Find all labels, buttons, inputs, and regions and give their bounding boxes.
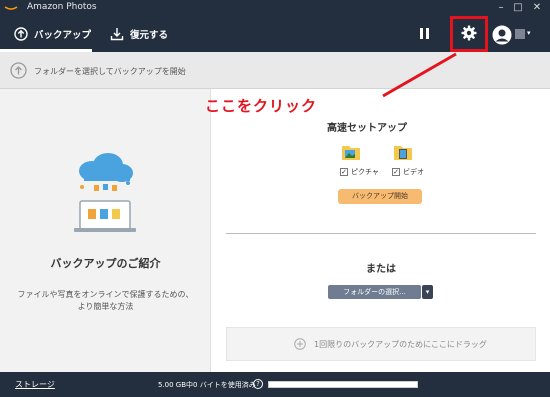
add-circle-icon <box>294 338 306 350</box>
instruction-text: フォルダーを選択してバックアップを開始 <box>34 67 186 76</box>
window-title: Amazon Photos <box>27 2 97 12</box>
maximize-button[interactable]: □ <box>511 1 525 15</box>
pictures-folder-icon <box>342 146 360 160</box>
settings-highlight-box <box>450 16 488 52</box>
setup-panel: 高速セットアップ ✓ ピクチャ ✓ ビデオ バックアップ開始 または フォルダー… <box>212 89 550 372</box>
cloud-backup-illustration-icon <box>74 153 136 232</box>
intro-description-line: より簡単な方法 <box>77 302 134 311</box>
chevron-down-icon[interactable]: ▾ <box>527 29 531 37</box>
intro-title: バックアップのご紹介 <box>50 257 161 270</box>
minimize-button[interactable]: – <box>494 1 508 15</box>
fast-setup-title: 高速セットアップ <box>327 123 407 134</box>
upload-circle-icon <box>14 27 28 41</box>
storage-usage-text: 5.00 GB中0 バイトを使用済み <box>158 381 256 389</box>
tab-backup[interactable]: バックアップ <box>14 16 91 52</box>
pause-button[interactable] <box>418 26 432 42</box>
select-folder-dropdown[interactable]: ▾ <box>422 285 433 299</box>
storage-link[interactable]: ストレージ <box>15 379 55 390</box>
tab-restore[interactable]: 復元する <box>110 16 168 52</box>
download-icon <box>110 28 124 41</box>
close-button[interactable]: ✕ <box>530 1 544 15</box>
drag-drop-zone[interactable]: 1回限りのバックアップのためにここにドラッグ <box>226 327 536 361</box>
drag-drop-text: 1回限りのバックアップのためにここにドラッグ <box>314 340 487 349</box>
videos-folder-option[interactable]: ✓ ビデオ <box>392 141 432 176</box>
intro-description-line: ファイルや写真をオンラインで保護するための、 <box>17 290 194 299</box>
upload-circle-icon <box>10 62 27 79</box>
intro-panel: バックアップのご紹介 ファイルや写真をオンラインで保護するための、 より簡単な方… <box>0 89 211 372</box>
divider <box>226 233 536 234</box>
videos-label: ビデオ <box>403 168 424 176</box>
title-bar: Amazon Photos – □ ✕ <box>0 0 550 16</box>
tab-backup-label: バックアップ <box>34 30 92 41</box>
pictures-folder-option[interactable]: ✓ ピクチャ <box>340 141 380 176</box>
instruction-bar: フォルダーを選択してバックアップを開始 <box>0 52 550 89</box>
annotation-label: ここをクリック <box>205 97 318 115</box>
status-bar: ストレージ 5.00 GB中0 バイトを使用済み ? <box>0 372 550 397</box>
videos-checkbox[interactable]: ✓ <box>392 168 400 176</box>
or-label: または <box>366 264 396 275</box>
pause-icon <box>420 28 423 39</box>
videos-folder-icon <box>394 146 412 160</box>
start-backup-button[interactable]: バックアップ開始 <box>338 189 422 204</box>
pictures-label: ピクチャ <box>351 168 379 176</box>
account-menu-icon[interactable] <box>515 29 525 39</box>
tab-restore-label: 復元する <box>130 30 169 41</box>
select-folder-button[interactable]: フォルダーの選択... <box>328 285 421 299</box>
intro-description: ファイルや写真をオンラインで保護するための、 より簡単な方法 <box>0 289 211 313</box>
amazon-smile-icon <box>4 6 18 10</box>
avatar[interactable] <box>492 25 512 45</box>
storage-usage-bar <box>268 381 418 388</box>
pictures-checkbox[interactable]: ✓ <box>340 168 348 176</box>
gear-icon[interactable] <box>461 25 477 41</box>
help-icon[interactable]: ? <box>253 379 263 389</box>
